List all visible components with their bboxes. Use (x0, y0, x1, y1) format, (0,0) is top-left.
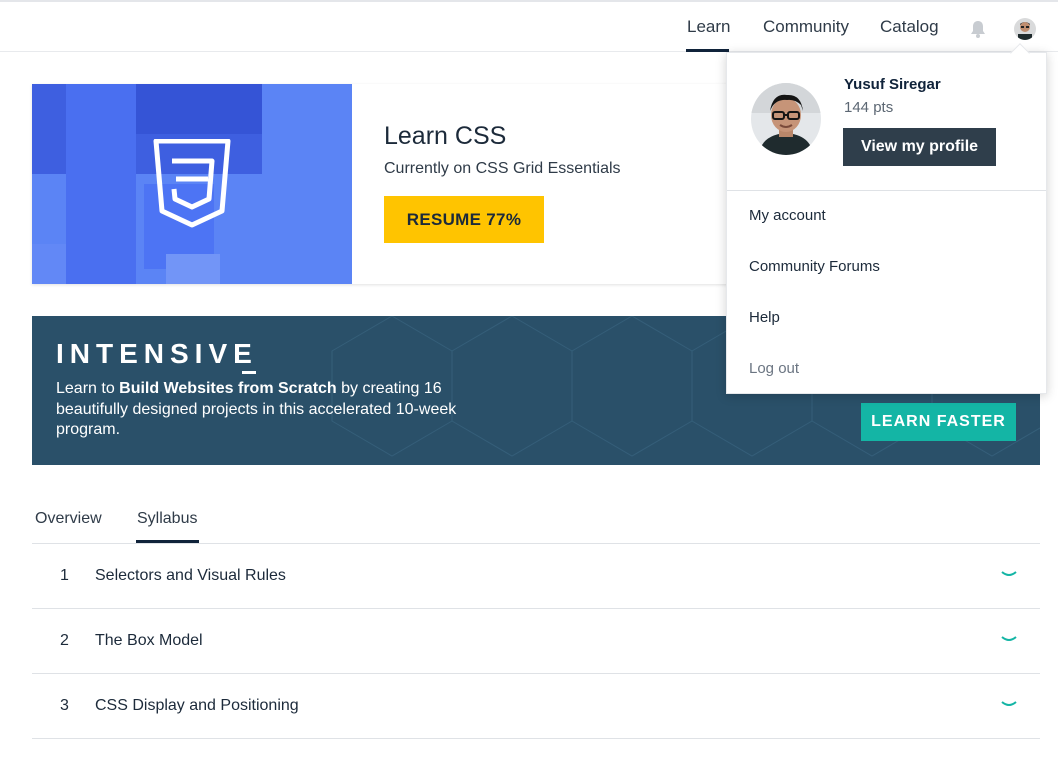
chevron-down-icon[interactable] (1000, 633, 1018, 645)
course-title: Learn CSS (384, 122, 507, 150)
course-artwork (32, 84, 352, 284)
tab-overview[interactable]: Overview (35, 510, 102, 528)
syllabus-row-title: Selectors and Visual Rules (95, 567, 286, 584)
intensive-title-accent (242, 371, 256, 374)
syllabus-row-title: The Box Model (95, 632, 203, 649)
tab-syllabus[interactable]: Syllabus (137, 510, 197, 528)
chevron-down-icon[interactable] (1000, 568, 1018, 580)
menu-item-log-out[interactable]: Log out (749, 360, 799, 377)
menu-item-my-account[interactable]: My account (749, 207, 826, 224)
css3-logo-icon (153, 139, 231, 228)
menu-item-community-forums[interactable]: Community Forums (749, 258, 880, 275)
avatar[interactable] (751, 83, 821, 155)
tab-active-indicator (136, 540, 199, 543)
course-current-lesson: Currently on CSS Grid Essentials (384, 160, 621, 177)
syllabus-row-title: CSS Display and Positioning (95, 697, 299, 714)
user-avatar-button[interactable] (1014, 18, 1036, 40)
course-tabs: Overview Syllabus (32, 500, 1040, 544)
chevron-down-icon[interactable] (1000, 698, 1018, 710)
nav-active-indicator (686, 49, 729, 52)
syllabus-row[interactable]: 1 Selectors and Visual Rules (32, 544, 1040, 609)
syllabus-row[interactable]: 2 The Box Model (32, 609, 1040, 674)
intensive-description: Learn to Build Websites from Scratch by … (56, 380, 457, 438)
user-menu-dropdown: Yusuf Siregar 144 pts View my profile My… (726, 43, 1047, 394)
dropdown-user-name: Yusuf Siregar (844, 76, 941, 93)
nav-catalog[interactable]: Catalog (880, 2, 939, 52)
menu-item-help[interactable]: Help (749, 309, 780, 326)
nav-community[interactable]: Community (763, 2, 849, 52)
syllabus-row-number: 3 (60, 697, 69, 714)
nav-learn[interactable]: Learn (687, 2, 730, 52)
intensive-title: INTENSIVE (56, 338, 258, 369)
intensive-program-name[interactable]: Build Websites from Scratch (119, 380, 337, 397)
learn-faster-button[interactable]: LEARN FASTER (861, 403, 1016, 441)
view-profile-button[interactable]: View my profile (843, 128, 996, 166)
syllabus-row-number: 1 (60, 567, 69, 584)
dropdown-divider (727, 190, 1046, 191)
syllabus-row[interactable]: 3 CSS Display and Positioning (32, 674, 1040, 739)
resume-button[interactable]: RESUME 77% (384, 196, 544, 243)
top-nav-bar: Learn Community Catalog (0, 0, 1058, 52)
syllabus-row-number: 2 (60, 632, 69, 649)
dropdown-user-points: 144 pts (844, 99, 894, 116)
bell-icon[interactable] (969, 19, 987, 39)
